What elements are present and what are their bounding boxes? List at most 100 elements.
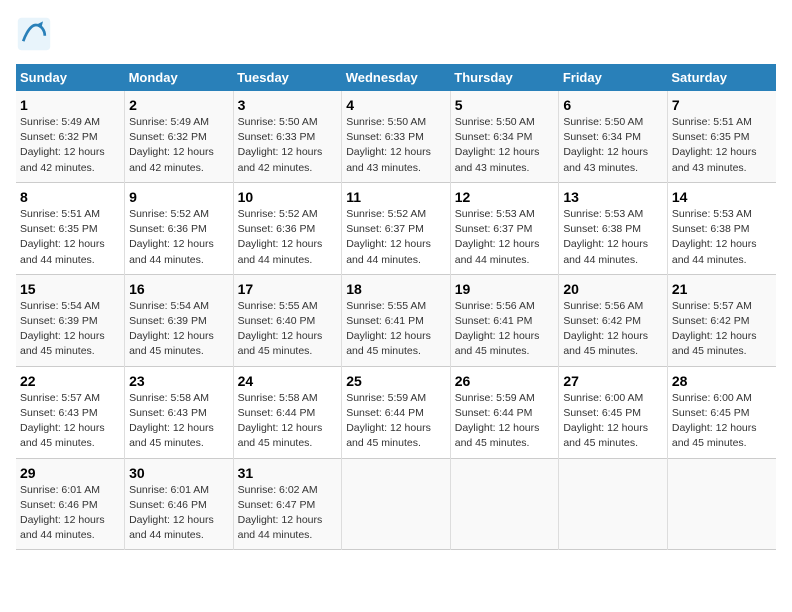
day-number: 6 <box>563 97 663 113</box>
day-number: 11 <box>346 189 446 205</box>
header-friday: Friday <box>559 64 668 91</box>
day-cell: 7 Sunrise: 5:51 AMSunset: 6:35 PMDayligh… <box>667 91 776 182</box>
day-number: 20 <box>563 281 663 297</box>
day-cell <box>559 458 668 550</box>
day-info: Sunrise: 5:50 AMSunset: 6:34 PMDaylight:… <box>563 116 648 174</box>
day-cell <box>667 458 776 550</box>
day-info: Sunrise: 5:51 AMSunset: 6:35 PMDaylight:… <box>672 116 757 174</box>
day-info: Sunrise: 6:00 AMSunset: 6:45 PMDaylight:… <box>563 392 648 450</box>
day-number: 21 <box>672 281 772 297</box>
day-number: 31 <box>238 465 338 481</box>
day-info: Sunrise: 5:57 AMSunset: 6:42 PMDaylight:… <box>672 300 757 358</box>
day-info: Sunrise: 5:58 AMSunset: 6:44 PMDaylight:… <box>238 392 323 450</box>
day-cell: 4 Sunrise: 5:50 AMSunset: 6:33 PMDayligh… <box>342 91 451 182</box>
header-wednesday: Wednesday <box>342 64 451 91</box>
day-info: Sunrise: 5:53 AMSunset: 6:38 PMDaylight:… <box>672 208 757 266</box>
day-number: 14 <box>672 189 772 205</box>
day-info: Sunrise: 5:51 AMSunset: 6:35 PMDaylight:… <box>20 208 105 266</box>
header-sunday: Sunday <box>16 64 125 91</box>
day-cell: 12 Sunrise: 5:53 AMSunset: 6:37 PMDaylig… <box>450 182 559 274</box>
week-row-1: 1 Sunrise: 5:49 AMSunset: 6:32 PMDayligh… <box>16 91 776 182</box>
day-number: 22 <box>20 373 120 389</box>
day-info: Sunrise: 5:49 AMSunset: 6:32 PMDaylight:… <box>20 116 105 174</box>
day-info: Sunrise: 5:52 AMSunset: 6:37 PMDaylight:… <box>346 208 431 266</box>
header-saturday: Saturday <box>667 64 776 91</box>
day-number: 5 <box>455 97 555 113</box>
day-cell: 16 Sunrise: 5:54 AMSunset: 6:39 PMDaylig… <box>125 274 234 366</box>
day-info: Sunrise: 5:55 AMSunset: 6:40 PMDaylight:… <box>238 300 323 358</box>
page-header <box>16 16 776 52</box>
day-number: 9 <box>129 189 229 205</box>
day-info: Sunrise: 5:52 AMSunset: 6:36 PMDaylight:… <box>238 208 323 266</box>
day-cell: 27 Sunrise: 6:00 AMSunset: 6:45 PMDaylig… <box>559 366 668 458</box>
logo <box>16 16 58 52</box>
day-number: 8 <box>20 189 120 205</box>
day-number: 7 <box>672 97 772 113</box>
week-row-5: 29 Sunrise: 6:01 AMSunset: 6:46 PMDaylig… <box>16 458 776 550</box>
day-cell: 18 Sunrise: 5:55 AMSunset: 6:41 PMDaylig… <box>342 274 451 366</box>
day-cell: 25 Sunrise: 5:59 AMSunset: 6:44 PMDaylig… <box>342 366 451 458</box>
day-cell: 31 Sunrise: 6:02 AMSunset: 6:47 PMDaylig… <box>233 458 342 550</box>
day-info: Sunrise: 6:00 AMSunset: 6:45 PMDaylight:… <box>672 392 757 450</box>
day-number: 30 <box>129 465 229 481</box>
day-number: 13 <box>563 189 663 205</box>
day-cell: 13 Sunrise: 5:53 AMSunset: 6:38 PMDaylig… <box>559 182 668 274</box>
day-info: Sunrise: 5:50 AMSunset: 6:33 PMDaylight:… <box>346 116 431 174</box>
day-info: Sunrise: 5:56 AMSunset: 6:41 PMDaylight:… <box>455 300 540 358</box>
week-row-4: 22 Sunrise: 5:57 AMSunset: 6:43 PMDaylig… <box>16 366 776 458</box>
day-cell: 1 Sunrise: 5:49 AMSunset: 6:32 PMDayligh… <box>16 91 125 182</box>
day-cell: 21 Sunrise: 5:57 AMSunset: 6:42 PMDaylig… <box>667 274 776 366</box>
day-cell: 15 Sunrise: 5:54 AMSunset: 6:39 PMDaylig… <box>16 274 125 366</box>
day-cell: 10 Sunrise: 5:52 AMSunset: 6:36 PMDaylig… <box>233 182 342 274</box>
day-info: Sunrise: 5:53 AMSunset: 6:37 PMDaylight:… <box>455 208 540 266</box>
day-info: Sunrise: 5:53 AMSunset: 6:38 PMDaylight:… <box>563 208 648 266</box>
day-info: Sunrise: 5:59 AMSunset: 6:44 PMDaylight:… <box>455 392 540 450</box>
day-cell: 17 Sunrise: 5:55 AMSunset: 6:40 PMDaylig… <box>233 274 342 366</box>
day-number: 2 <box>129 97 229 113</box>
day-number: 27 <box>563 373 663 389</box>
day-cell: 26 Sunrise: 5:59 AMSunset: 6:44 PMDaylig… <box>450 366 559 458</box>
calendar-header: SundayMondayTuesdayWednesdayThursdayFrid… <box>16 64 776 91</box>
day-number: 4 <box>346 97 446 113</box>
day-number: 29 <box>20 465 120 481</box>
day-number: 26 <box>455 373 555 389</box>
day-cell <box>342 458 451 550</box>
week-row-3: 15 Sunrise: 5:54 AMSunset: 6:39 PMDaylig… <box>16 274 776 366</box>
day-info: Sunrise: 6:01 AMSunset: 6:46 PMDaylight:… <box>20 484 105 542</box>
day-cell: 29 Sunrise: 6:01 AMSunset: 6:46 PMDaylig… <box>16 458 125 550</box>
day-number: 10 <box>238 189 338 205</box>
day-number: 17 <box>238 281 338 297</box>
day-number: 18 <box>346 281 446 297</box>
day-cell: 30 Sunrise: 6:01 AMSunset: 6:46 PMDaylig… <box>125 458 234 550</box>
day-info: Sunrise: 5:54 AMSunset: 6:39 PMDaylight:… <box>129 300 214 358</box>
day-cell: 22 Sunrise: 5:57 AMSunset: 6:43 PMDaylig… <box>16 366 125 458</box>
day-number: 1 <box>20 97 120 113</box>
day-info: Sunrise: 5:52 AMSunset: 6:36 PMDaylight:… <box>129 208 214 266</box>
logo-icon <box>16 16 52 52</box>
day-info: Sunrise: 6:01 AMSunset: 6:46 PMDaylight:… <box>129 484 214 542</box>
day-cell: 3 Sunrise: 5:50 AMSunset: 6:33 PMDayligh… <box>233 91 342 182</box>
day-info: Sunrise: 5:49 AMSunset: 6:32 PMDaylight:… <box>129 116 214 174</box>
calendar-body: 1 Sunrise: 5:49 AMSunset: 6:32 PMDayligh… <box>16 91 776 550</box>
header-thursday: Thursday <box>450 64 559 91</box>
day-number: 28 <box>672 373 772 389</box>
header-monday: Monday <box>125 64 234 91</box>
day-info: Sunrise: 5:50 AMSunset: 6:33 PMDaylight:… <box>238 116 323 174</box>
day-info: Sunrise: 5:57 AMSunset: 6:43 PMDaylight:… <box>20 392 105 450</box>
day-cell <box>450 458 559 550</box>
header-tuesday: Tuesday <box>233 64 342 91</box>
day-cell: 9 Sunrise: 5:52 AMSunset: 6:36 PMDayligh… <box>125 182 234 274</box>
day-info: Sunrise: 5:58 AMSunset: 6:43 PMDaylight:… <box>129 392 214 450</box>
day-cell: 20 Sunrise: 5:56 AMSunset: 6:42 PMDaylig… <box>559 274 668 366</box>
day-info: Sunrise: 5:54 AMSunset: 6:39 PMDaylight:… <box>20 300 105 358</box>
day-number: 24 <box>238 373 338 389</box>
day-number: 12 <box>455 189 555 205</box>
day-info: Sunrise: 5:55 AMSunset: 6:41 PMDaylight:… <box>346 300 431 358</box>
day-cell: 24 Sunrise: 5:58 AMSunset: 6:44 PMDaylig… <box>233 366 342 458</box>
day-info: Sunrise: 5:59 AMSunset: 6:44 PMDaylight:… <box>346 392 431 450</box>
day-number: 15 <box>20 281 120 297</box>
day-cell: 11 Sunrise: 5:52 AMSunset: 6:37 PMDaylig… <box>342 182 451 274</box>
day-info: Sunrise: 5:50 AMSunset: 6:34 PMDaylight:… <box>455 116 540 174</box>
day-number: 25 <box>346 373 446 389</box>
week-row-2: 8 Sunrise: 5:51 AMSunset: 6:35 PMDayligh… <box>16 182 776 274</box>
